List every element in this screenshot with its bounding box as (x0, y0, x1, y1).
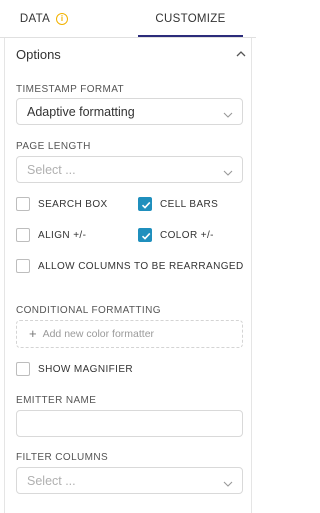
timestamp-format-label: TIMESTAMP FORMAT (16, 84, 125, 95)
conditional-formatting-label: CONDITIONAL FORMATTING (16, 305, 161, 316)
align-label: ALIGN +/- (38, 229, 87, 241)
tab-customize-label: CUSTOMIZE (155, 13, 226, 25)
page-length-placeholder: Select ... (27, 162, 76, 177)
chevron-down-icon (223, 108, 233, 122)
align-checkbox[interactable]: ALIGN +/- (16, 228, 86, 242)
panel-border-right (251, 38, 252, 513)
check-icon (141, 201, 151, 209)
add-color-formatter-button[interactable]: + Add new color formatter (16, 320, 243, 348)
filter-columns-select[interactable]: Select ... (16, 467, 243, 494)
checkbox-box[interactable] (16, 362, 30, 376)
color-checkbox[interactable]: COLOR +/- (138, 228, 214, 242)
checkbox-box[interactable] (138, 197, 152, 211)
checkbox-box[interactable] (16, 228, 30, 242)
emitter-name-label: EMITTER NAME (16, 395, 97, 406)
filter-columns-placeholder: Select ... (27, 473, 76, 488)
section-title: Options (16, 46, 61, 62)
cell-bars-checkbox[interactable]: CELL BARS (138, 197, 218, 211)
filter-columns-label: FILTER COLUMNS (16, 452, 109, 463)
emitter-name-input[interactable] (16, 410, 243, 437)
chevron-up-icon[interactable] (236, 49, 246, 59)
show-magnifier-checkbox[interactable]: SHOW MAGNIFIER (16, 362, 133, 376)
chevron-down-icon (223, 166, 233, 180)
search-box-checkbox[interactable]: SEARCH BOX (16, 197, 108, 211)
color-label: COLOR +/- (160, 229, 214, 241)
panel-border-left (4, 38, 5, 513)
checkbox-box[interactable] (16, 197, 30, 211)
tab-data-label: DATA (19, 13, 51, 25)
checkbox-box[interactable] (138, 228, 152, 242)
timestamp-format-select[interactable]: Adaptive formatting (16, 98, 243, 125)
show-magnifier-label: SHOW MAGNIFIER (38, 363, 134, 375)
add-formatter-label: Add new color formatter (42, 328, 155, 340)
page-length-select[interactable]: Select ... (16, 156, 243, 183)
tab-data[interactable]: DATA i (0, 0, 128, 38)
options-section-header[interactable]: Options (16, 44, 246, 64)
search-box-label: SEARCH BOX (38, 198, 108, 210)
check-icon (141, 232, 151, 240)
allow-rearrange-label: ALLOW COLUMNS TO BE REARRANGED (38, 260, 244, 272)
timestamp-format-value: Adaptive formatting (27, 104, 135, 119)
page-length-label: PAGE LENGTH (16, 141, 91, 152)
chevron-down-icon (223, 477, 233, 491)
checkbox-box[interactable] (16, 259, 30, 273)
plus-icon: + (29, 326, 37, 341)
info-icon: i (56, 13, 69, 25)
active-tab-indicator (138, 35, 243, 37)
allow-rearrange-checkbox[interactable]: ALLOW COLUMNS TO BE REARRANGED (16, 259, 244, 273)
cell-bars-label: CELL BARS (160, 198, 219, 210)
tab-customize[interactable]: CUSTOMIZE (138, 0, 243, 38)
tab-bar: DATA i CUSTOMIZE (0, 0, 256, 38)
